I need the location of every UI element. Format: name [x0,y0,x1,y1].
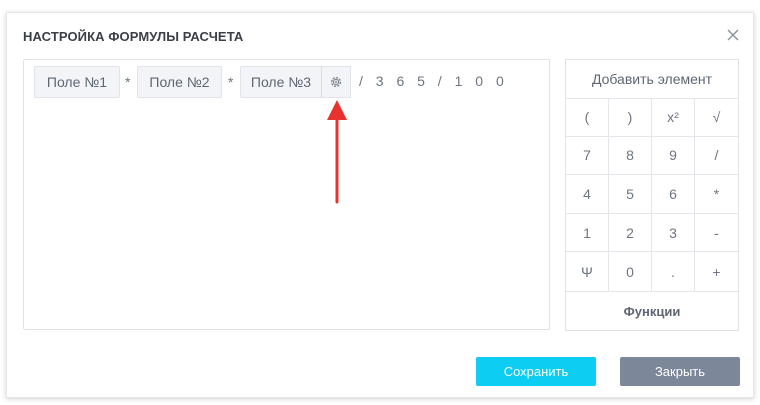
key-square[interactable]: x² [652,98,695,137]
key-1[interactable]: 1 [566,213,609,253]
key-multiply[interactable]: * [695,175,738,214]
functions-button[interactable]: Функции [566,291,738,330]
dialog-title: НАСТРОЙКА ФОРМУЛЫ РАСЧЕТА [23,29,244,44]
key-psi[interactable]: Ψ [566,252,609,291]
key-sqrt[interactable]: √ [695,98,738,137]
formula-operator: * [125,74,131,90]
gear-icon[interactable] [321,66,351,98]
key-8[interactable]: 8 [609,136,652,176]
key-plus[interactable]: + [695,252,738,291]
formula-token-field-1[interactable]: Поле №1 [34,66,120,98]
key-close-paren[interactable]: ) [609,98,652,137]
close-icon[interactable] [725,27,741,43]
formula-operator: * [228,74,234,90]
formula-editor[interactable]: Поле №1 * Поле №2 * Поле №3 / 3 6 5 / 1 … [23,59,550,330]
formula-token-field-3[interactable]: Поле №3 [240,66,322,98]
key-0[interactable]: 0 [609,252,652,291]
key-3[interactable]: 3 [652,213,695,253]
key-6[interactable]: 6 [652,175,695,214]
formula-token-field-2[interactable]: Поле №2 [137,66,222,98]
red-arrow-icon [322,98,352,211]
keypad-grid: ( ) x² √ 7 8 9 / 4 5 6 * 1 2 3 - Ψ 0 . + [566,98,738,291]
key-divide[interactable]: / [695,137,738,176]
key-open-paren[interactable]: ( [566,98,609,137]
close-button[interactable]: Закрыть [620,357,740,386]
key-7[interactable]: 7 [566,136,609,176]
key-dot[interactable]: . [652,252,695,291]
formula-settings-dialog: НАСТРОЙКА ФОРМУЛЫ РАСЧЕТА Поле №1 * Поле… [6,12,754,398]
key-minus[interactable]: - [695,214,738,253]
key-9[interactable]: 9 [652,136,695,176]
add-element-button[interactable]: Добавить элемент [566,60,738,99]
save-button[interactable]: Сохранить [476,357,596,386]
key-5[interactable]: 5 [609,175,652,214]
key-4[interactable]: 4 [566,175,609,214]
element-keypad: Добавить элемент ( ) x² √ 7 8 9 / 4 5 6 … [565,59,739,331]
key-2[interactable]: 2 [609,213,652,253]
formula-tail-expression: / 3 6 5 / 1 0 0 [359,73,509,89]
